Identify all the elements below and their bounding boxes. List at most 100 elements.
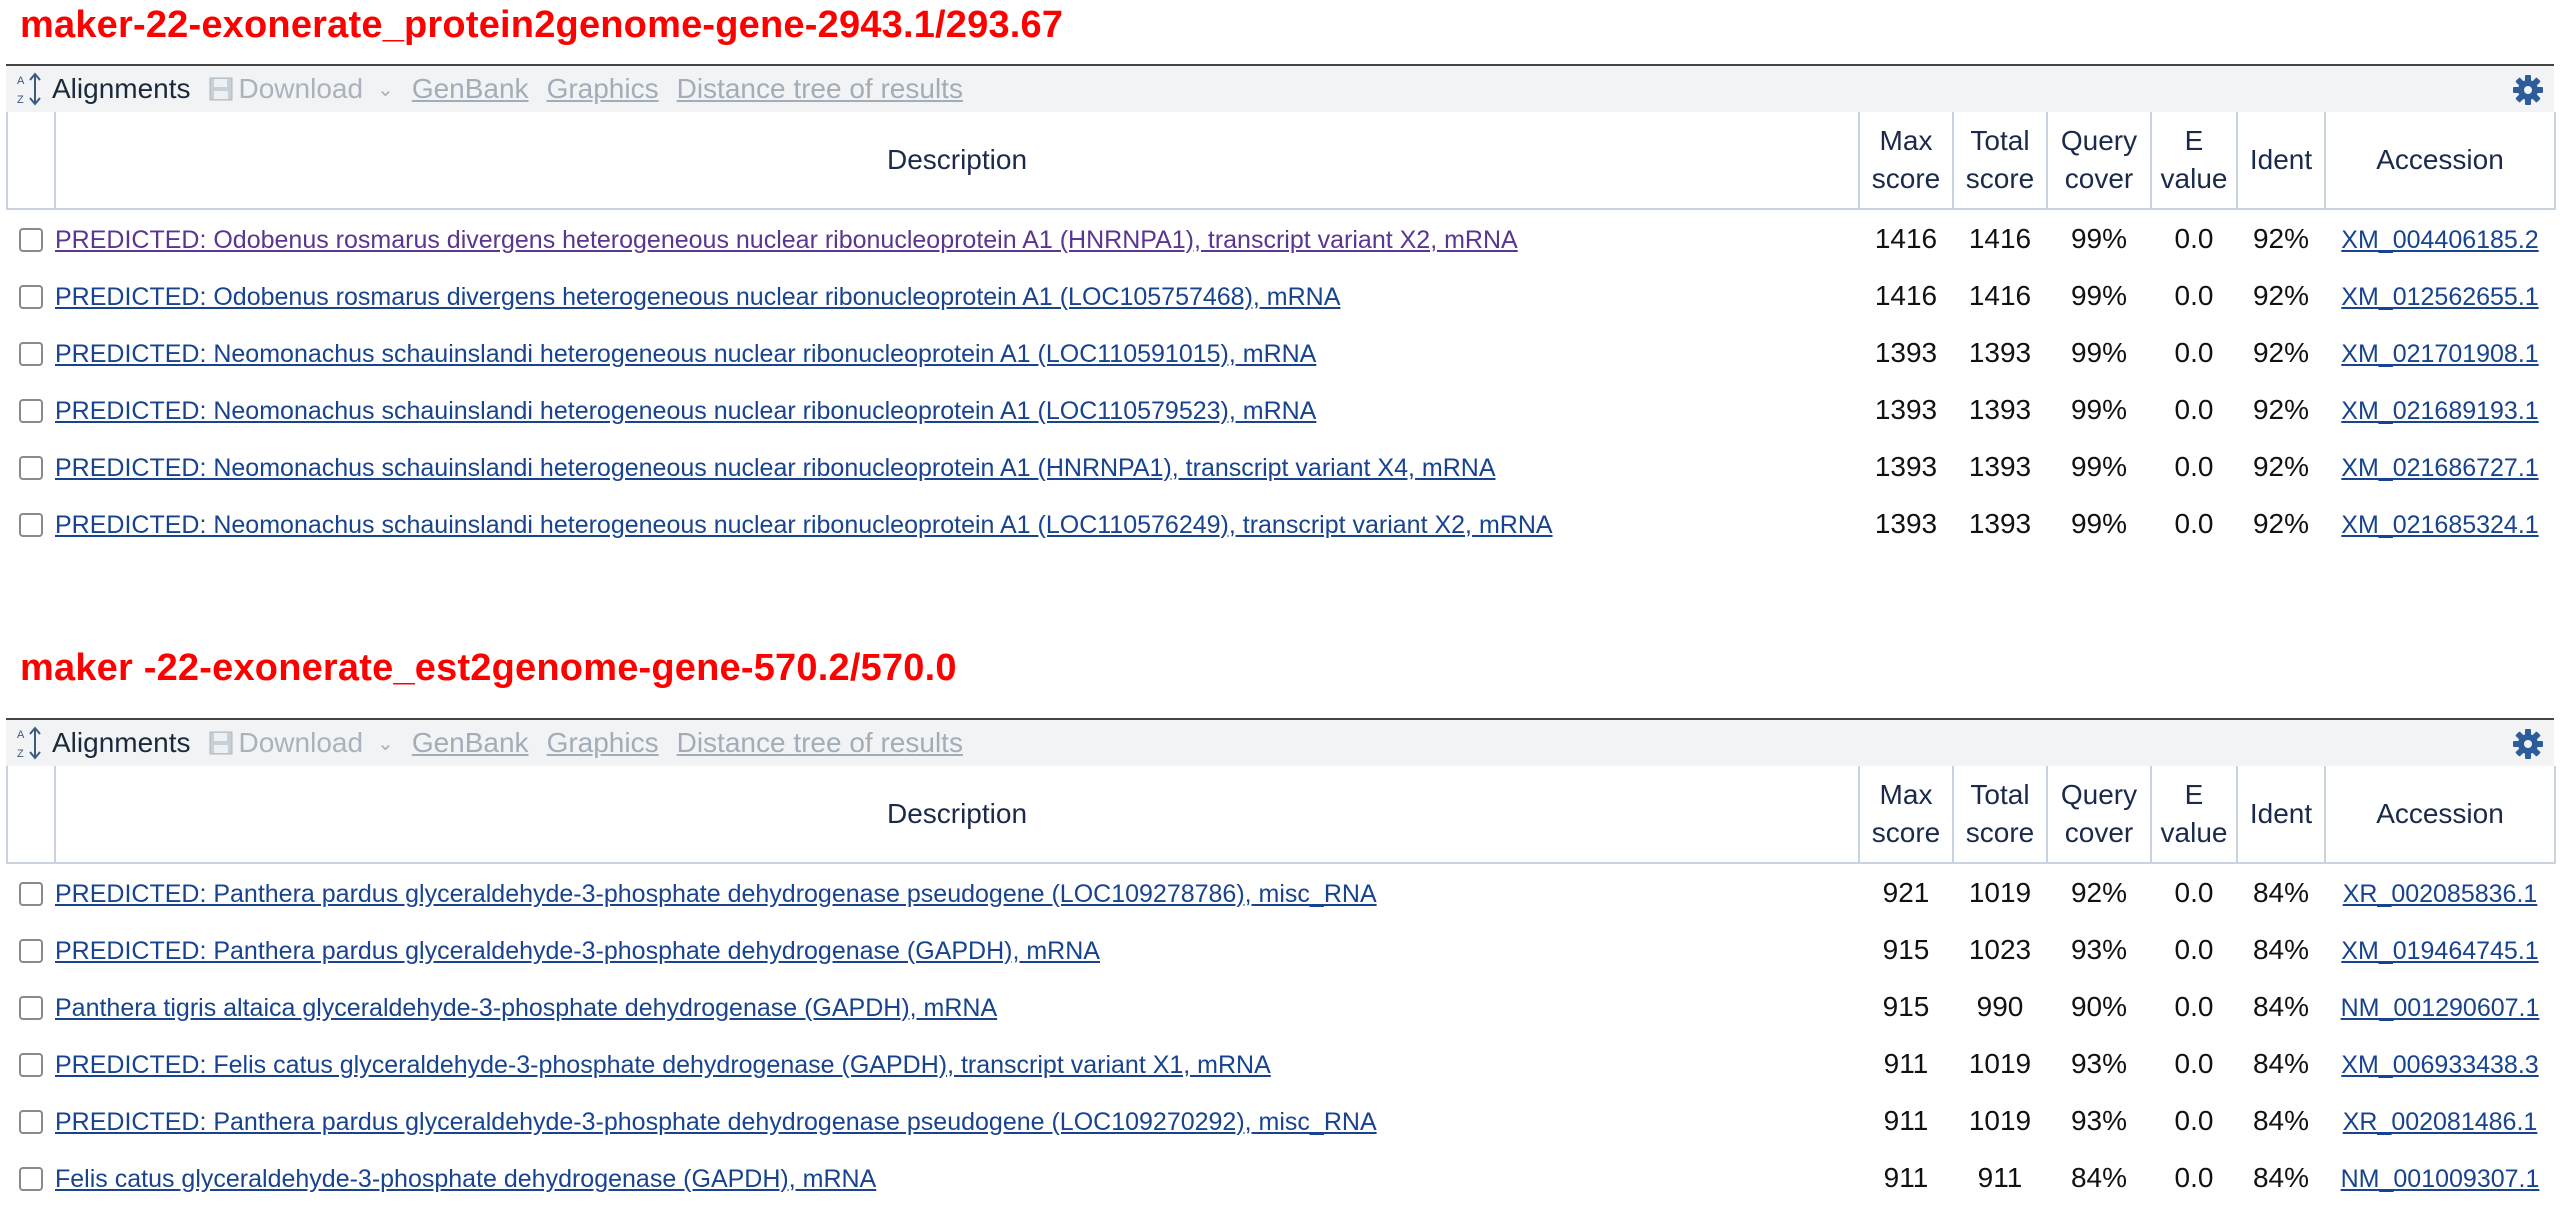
accession-link[interactable]: XR_002081486.1: [2343, 1108, 2538, 1136]
total-score-cell: 1393: [1968, 507, 2032, 539]
accession-link[interactable]: XM_021686727.1: [2341, 454, 2538, 482]
evalue-cell: 0.0: [2174, 933, 2214, 965]
row-checkbox[interactable]: [19, 513, 43, 538]
table-row: PREDICTED: Panthera pardus glyceraldehyd…: [7, 1092, 2555, 1149]
ident-cell: 84%: [2252, 1047, 2310, 1079]
header-row: Description Max score Total score Query cov…: [6, 112, 2556, 210]
svg-text:Z: Z: [17, 94, 24, 106]
row-checkbox[interactable]: [19, 1167, 43, 1192]
accession-link[interactable]: XM_019464745.1: [2341, 937, 2538, 965]
max-score-cell: 1393: [1874, 336, 1938, 368]
row-checkbox[interactable]: [19, 1110, 43, 1135]
description-link[interactable]: PREDICTED: Panthera pardus glyceraldehyd…: [55, 1108, 1377, 1136]
row-checkbox[interactable]: [19, 939, 43, 964]
ident-header[interactable]: Ident: [2236, 766, 2326, 864]
row-checkbox[interactable]: [19, 342, 43, 367]
evalue-cell: 0.0: [2174, 876, 2214, 908]
query-cover-header[interactable]: Query cover: [2046, 766, 2152, 864]
max-score-cell: 921: [1882, 876, 1930, 908]
results-toolbar: A Z Alignments Download ⌄ GenBank Graphi…: [6, 64, 2554, 112]
description-link[interactable]: PREDICTED: Felis catus glyceraldehyde-3-…: [55, 1051, 1271, 1079]
query-cover-cell: 84%: [2070, 1161, 2128, 1193]
ident-header[interactable]: Ident: [2236, 112, 2326, 210]
alignments-tab[interactable]: A Z Alignments: [6, 725, 191, 761]
description-link[interactable]: PREDICTED: Neomonachus schauinslandi het…: [55, 397, 1316, 425]
alignments-tab[interactable]: A Z Alignments: [6, 71, 191, 107]
graphics-link[interactable]: Graphics: [547, 727, 659, 759]
description-link[interactable]: PREDICTED: Odobenus rosmarus divergens h…: [55, 283, 1340, 311]
row-checkbox[interactable]: [19, 1053, 43, 1078]
description-link[interactable]: PREDICTED: Neomonachus schauinslandi het…: [55, 340, 1316, 368]
table-row: PREDICTED: Neomonachus schauinslandi het…: [7, 495, 2555, 552]
svg-text:Z: Z: [17, 748, 24, 760]
genbank-link[interactable]: GenBank: [412, 727, 529, 759]
results-body: PREDICTED: Panthera pardus glyceraldehyd…: [7, 863, 2555, 1206]
evalue-cell: 0.0: [2174, 1104, 2214, 1136]
accession-link[interactable]: NM_001290607.1: [2341, 994, 2540, 1022]
total-score-cell: 1393: [1968, 336, 2032, 368]
row-checkbox[interactable]: [19, 228, 43, 253]
results-body: PREDICTED: Odobenus rosmarus divergens h…: [7, 209, 2555, 552]
accession-link[interactable]: XM_012562655.1: [2341, 283, 2538, 311]
row-checkbox[interactable]: [19, 456, 43, 481]
query-cover-cell: 99%: [2070, 393, 2128, 425]
results-table: Description Max score Total score Query cov…: [6, 766, 2556, 1206]
accession-link[interactable]: NM_001009307.1: [2341, 1165, 2540, 1193]
max-score-cell: 1416: [1874, 279, 1938, 311]
accession-link[interactable]: XM_021689193.1: [2341, 397, 2538, 425]
evalue-cell: 0.0: [2174, 393, 2214, 425]
evalue-cell: 0.0: [2174, 1047, 2214, 1079]
accession-link[interactable]: XM_021685324.1: [2341, 511, 2538, 539]
row-checkbox[interactable]: [19, 882, 43, 907]
genbank-link[interactable]: GenBank: [412, 73, 529, 105]
max-score-header[interactable]: Max score: [1858, 766, 1954, 864]
accession-header[interactable]: Accession: [2324, 112, 2556, 210]
total-score-cell: 1023: [1968, 933, 2032, 965]
query-cover-cell: 92%: [2070, 876, 2128, 908]
accession-link[interactable]: XM_006933438.3: [2341, 1051, 2538, 1079]
query-cover-header[interactable]: Query cover: [2046, 112, 2152, 210]
total-score-header[interactable]: Total score: [1952, 766, 2048, 864]
max-score-cell: 1393: [1874, 507, 1938, 539]
accession-link[interactable]: XR_002085836.1: [2343, 880, 2538, 908]
description-link[interactable]: Felis catus glyceraldehyde-3-phosphate d…: [55, 1165, 876, 1193]
gear-icon[interactable]: [2512, 728, 2544, 760]
table-row: PREDICTED: Panthera pardus glyceraldehyd…: [7, 921, 2555, 978]
description-link[interactable]: PREDICTED: Neomonachus schauinslandi het…: [55, 454, 1496, 482]
total-score-header[interactable]: Total score: [1952, 112, 2048, 210]
row-checkbox[interactable]: [19, 285, 43, 310]
description-header[interactable]: Description: [54, 766, 1860, 864]
download-menu[interactable]: Download ⌄: [209, 727, 394, 759]
download-menu[interactable]: Download ⌄: [209, 73, 394, 105]
total-score-cell: 990: [1976, 990, 2024, 1022]
max-score-cell: 911: [1883, 1047, 1929, 1079]
description-link[interactable]: PREDICTED: Neomonachus schauinslandi het…: [55, 511, 1553, 539]
evalue-header[interactable]: Evalue: [2150, 766, 2238, 864]
max-score-header[interactable]: Max score: [1858, 112, 1954, 210]
total-score-cell: 1416: [1968, 279, 2032, 311]
row-checkbox[interactable]: [19, 399, 43, 424]
description-link[interactable]: PREDICTED: Odobenus rosmarus divergens h…: [55, 226, 1518, 254]
description-header[interactable]: Description: [54, 112, 1860, 210]
query-cover-cell: 93%: [2070, 1047, 2128, 1079]
ident-cell: 92%: [2252, 222, 2310, 254]
gear-icon[interactable]: [2512, 74, 2544, 106]
select-col-header: [6, 112, 56, 210]
ident-cell: 84%: [2252, 933, 2310, 965]
total-score-cell: 1019: [1968, 1104, 2032, 1136]
graphics-link[interactable]: Graphics: [547, 73, 659, 105]
ident-cell: 92%: [2252, 279, 2310, 311]
description-link[interactable]: Panthera tigris altaica glyceraldehyde-3…: [55, 994, 997, 1022]
evalue-header[interactable]: Evalue: [2150, 112, 2238, 210]
row-checkbox[interactable]: [19, 996, 43, 1021]
distance-tree-link[interactable]: Distance tree of results: [677, 727, 963, 759]
evalue-cell: 0.0: [2174, 450, 2214, 482]
description-link[interactable]: PREDICTED: Panthera pardus glyceraldehyd…: [55, 937, 1100, 965]
accession-link[interactable]: XM_021701908.1: [2341, 340, 2538, 368]
accession-header[interactable]: Accession: [2324, 766, 2556, 864]
description-link[interactable]: PREDICTED: Panthera pardus glyceraldehyd…: [55, 880, 1377, 908]
accession-link[interactable]: XM_004406185.2: [2341, 226, 2538, 254]
distance-tree-link[interactable]: Distance tree of results: [677, 73, 963, 105]
alignments-label: Alignments: [52, 727, 191, 758]
max-score-cell: 1416: [1874, 222, 1938, 254]
